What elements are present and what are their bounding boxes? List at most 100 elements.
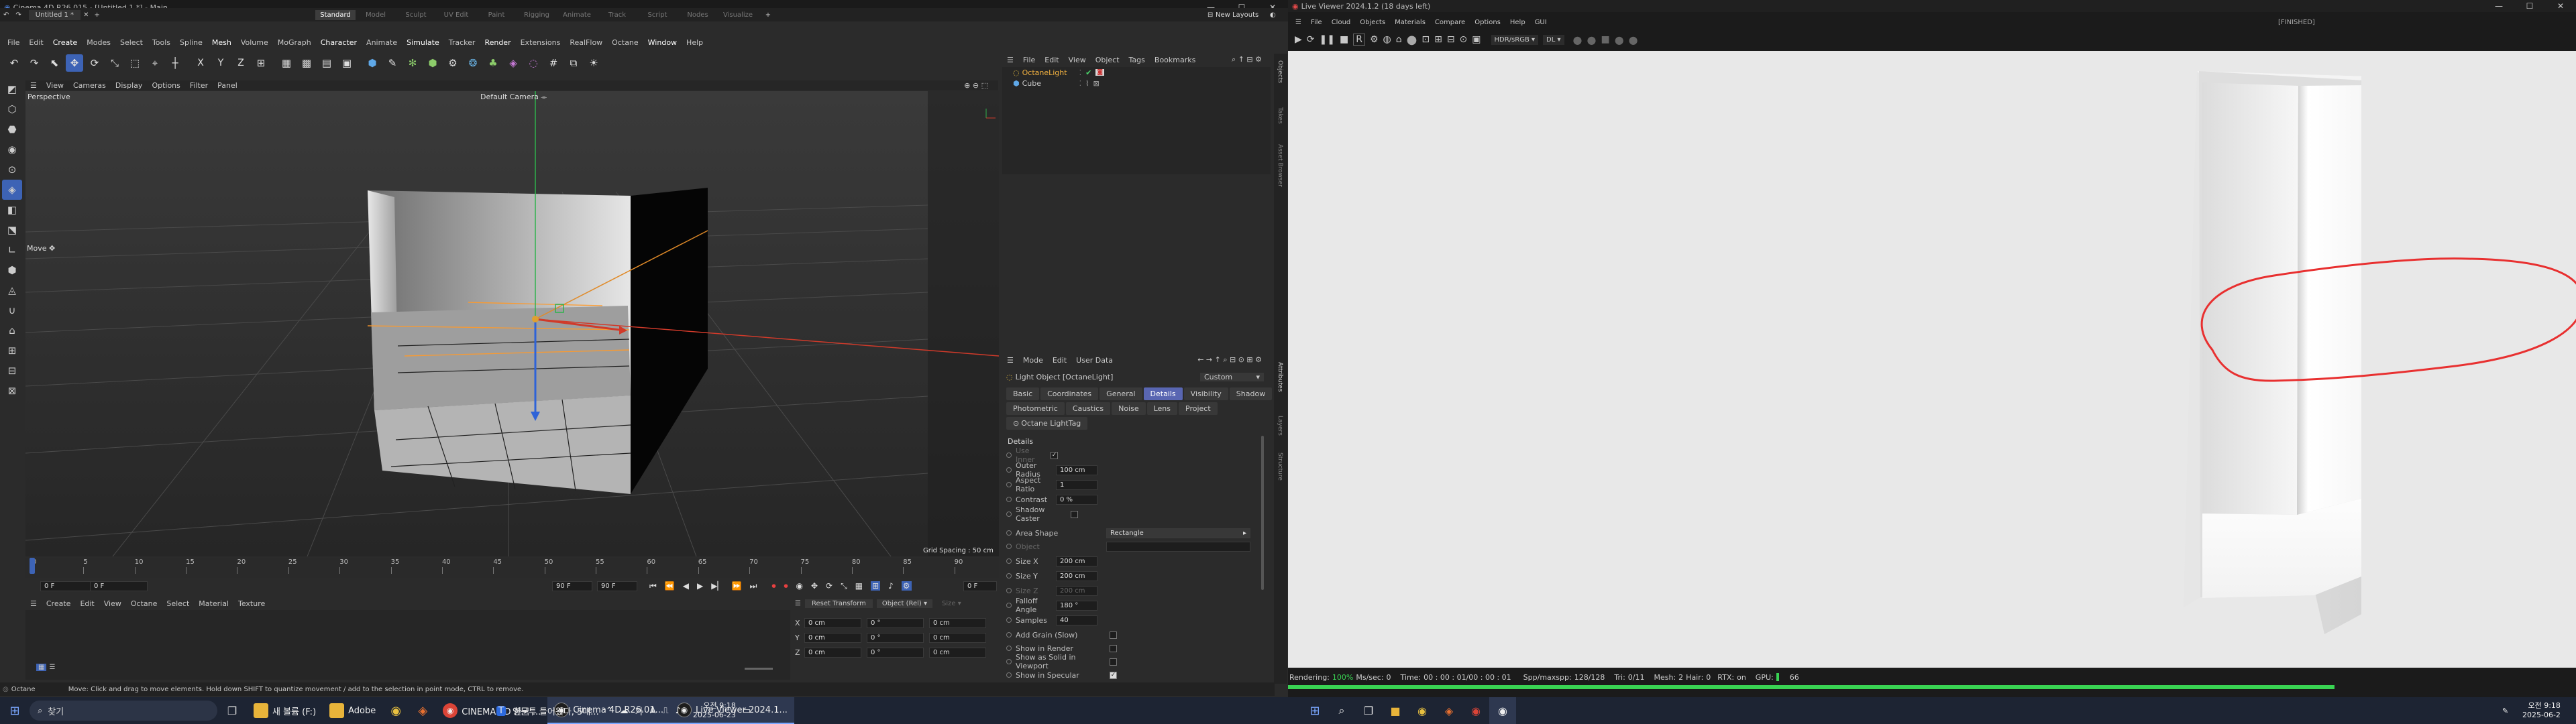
viewport-menu-icon[interactable]: ☰: [25, 81, 42, 90]
sound-icon[interactable]: ♪: [888, 581, 894, 591]
anim-dot-icon[interactable]: [1006, 452, 1012, 458]
key-rotation-icon[interactable]: ⟳: [826, 581, 833, 591]
octane-menu-file[interactable]: File: [1306, 19, 1327, 26]
phong-tag-icon[interactable]: ⌇: [1085, 79, 1089, 88]
new-tab-icon[interactable]: +: [91, 11, 102, 19]
menu-file[interactable]: File: [3, 38, 24, 47]
attributes-nav-icons[interactable]: ← → ↑ ⌕ ⊟ ⊙ ⊞ ⚙: [1193, 355, 1267, 365]
tab-visibility[interactable]: Visibility: [1183, 387, 1228, 400]
material-tag-icon[interactable]: ⊠: [1093, 79, 1099, 88]
layout-tab-sculpt[interactable]: Sculpt: [396, 11, 436, 19]
pen-menu-icon[interactable]: ✎: [2502, 707, 2508, 715]
rotation-b-field[interactable]: 0 °: [867, 647, 924, 658]
object-name[interactable]: OctaneLight: [1022, 68, 1079, 77]
anim-dot-icon[interactable]: [1006, 672, 1012, 678]
list-view-icon[interactable]: ☰: [49, 664, 55, 671]
viewport-menu-display[interactable]: Display: [111, 81, 148, 90]
object-row-octanelight[interactable]: ◌ OctaneLight ⁚ ✔ ◙: [1002, 67, 1271, 78]
material-menu-create[interactable]: Create: [42, 599, 76, 608]
menu-simulate[interactable]: Simulate: [402, 38, 444, 47]
size-x-light-field[interactable]: 200 cm: [1056, 556, 1097, 566]
play-icon[interactable]: ▶: [697, 581, 703, 591]
size-dropdown[interactable]: Size ▾: [936, 599, 967, 608]
attributes-menu-mode[interactable]: Mode: [1018, 356, 1048, 365]
settings-gear-icon[interactable]: ⚙: [1370, 34, 1379, 45]
tab-noise[interactable]: Noise: [1112, 402, 1146, 415]
side-tab-layers[interactable]: Layers: [1277, 416, 1283, 436]
layout-tab-standard[interactable]: Standard: [315, 9, 356, 20]
material-menu-select[interactable]: Select: [162, 599, 194, 608]
channel-dot-icon[interactable]: ●: [1587, 34, 1596, 46]
axis-y-button[interactable]: Y: [212, 54, 229, 72]
anim-dot-icon[interactable]: [1006, 482, 1012, 487]
object-menu-object[interactable]: Object: [1091, 56, 1124, 64]
pen-spline-icon[interactable]: ✎: [384, 54, 401, 72]
octane-menu-gui[interactable]: GUI: [1530, 19, 1552, 26]
object-menu-icon[interactable]: ☰: [1002, 56, 1018, 64]
object-menu-view[interactable]: View: [1064, 56, 1091, 64]
rotation-p-field[interactable]: 0 °: [867, 632, 924, 643]
coordinate-system-icon[interactable]: ⊞: [252, 54, 270, 72]
end-frame-field-3[interactable]: 0 F: [963, 581, 997, 591]
octane-icon[interactable]: ◉: [1489, 697, 1516, 724]
points-mode-icon[interactable]: ⊙: [2, 160, 22, 180]
side-tab-objects[interactable]: Objects: [1277, 60, 1283, 83]
anim-dot-icon[interactable]: [1006, 544, 1012, 549]
octane-maximize-button[interactable]: ☐: [2514, 0, 2545, 12]
material-zoom-slider[interactable]: [745, 668, 773, 670]
viewport-menu-cameras[interactable]: Cameras: [68, 81, 111, 90]
key-scale-icon[interactable]: ⤡: [841, 581, 847, 591]
layout-tab-nodes[interactable]: Nodes: [678, 11, 718, 19]
menu-create[interactable]: Create: [48, 38, 83, 47]
model-mode-icon[interactable]: ◩: [2, 79, 22, 99]
color-mode-dropdown[interactable]: HDR/sRGB ▾: [1491, 34, 1539, 45]
windows-start-icon[interactable]: ⊞: [0, 704, 30, 718]
reset-transform-button[interactable]: Reset Transform: [804, 599, 873, 608]
render-region-icon[interactable]: ▦: [278, 54, 295, 72]
octane-menu-compare[interactable]: Compare: [1430, 19, 1470, 26]
solo-icon[interactable]: ◬: [2, 280, 22, 300]
menu-realflow[interactable]: RealFlow: [565, 38, 607, 47]
material-picker-icon[interactable]: ⊞: [1434, 34, 1442, 45]
record-icon[interactable]: ⏺: [771, 581, 775, 591]
channel-dot-icon[interactable]: ●: [1629, 34, 1638, 46]
object-menu-file[interactable]: File: [1018, 56, 1040, 64]
chrome-icon[interactable]: ◉: [1409, 705, 1436, 717]
layout-tab-track[interactable]: Track: [597, 11, 637, 19]
object-search-icon[interactable]: ⌕ ↑ ⊟ ⚙: [1227, 55, 1267, 64]
samples-field[interactable]: 40: [1056, 615, 1097, 625]
visibility-dots-icon[interactable]: ⁚: [1079, 68, 1082, 77]
menu-mograph[interactable]: MoGraph: [273, 38, 316, 47]
add-layout-icon[interactable]: +: [758, 11, 778, 19]
show-in-render-checkbox[interactable]: [1110, 644, 1117, 652]
object-menu-edit[interactable]: Edit: [1040, 56, 1063, 64]
prev-key-icon[interactable]: ⏪: [665, 581, 675, 591]
position-x-field[interactable]: 0 cm: [804, 617, 861, 628]
object-mode-icon[interactable]: ⬡: [2, 99, 22, 119]
object-menu-tags[interactable]: Tags: [1124, 56, 1150, 64]
layout-tab-rigging[interactable]: Rigging: [517, 11, 557, 19]
side-tab-structure[interactable]: Structure: [1277, 452, 1283, 481]
viewport-nav-icons[interactable]: ⊕ ⊖ ⬚: [959, 81, 993, 90]
size-x-field[interactable]: 0 cm: [929, 617, 986, 628]
end-frame-field-2[interactable]: 90 F: [597, 581, 637, 591]
layout-tab-animate[interactable]: Animate: [557, 11, 597, 19]
preset-dropdown[interactable]: Custom ▾: [1200, 373, 1264, 381]
undo-icon[interactable]: ↶: [0, 11, 12, 19]
keyframe-icon[interactable]: ◉: [796, 581, 803, 591]
channel-square-icon[interactable]: ■: [1601, 34, 1609, 45]
ime-hangul-indicator[interactable]: 가: [635, 705, 643, 717]
clock[interactable]: 오전 9:18 2025-06-23: [693, 701, 736, 720]
select-arrow-icon[interactable]: ⬉: [46, 54, 63, 72]
chrome-icon[interactable]: ◉: [382, 704, 409, 718]
menu-mesh[interactable]: Mesh: [207, 38, 236, 47]
attributes-menu-icon[interactable]: ☰: [1002, 356, 1018, 365]
menu-character[interactable]: Character: [316, 38, 362, 47]
camera-label[interactable]: Default Camera ⌯: [480, 93, 547, 102]
layout-toggle-icon[interactable]: ◐: [1270, 11, 1276, 19]
tab-photometric[interactable]: Photometric: [1006, 402, 1065, 415]
render-queue-icon[interactable]: ⧉: [565, 54, 582, 72]
field-icon[interactable]: ⚙: [444, 54, 462, 72]
side-tab-attributes[interactable]: Attributes: [1277, 362, 1283, 391]
windows-start-icon[interactable]: ⊞: [1301, 704, 1328, 718]
